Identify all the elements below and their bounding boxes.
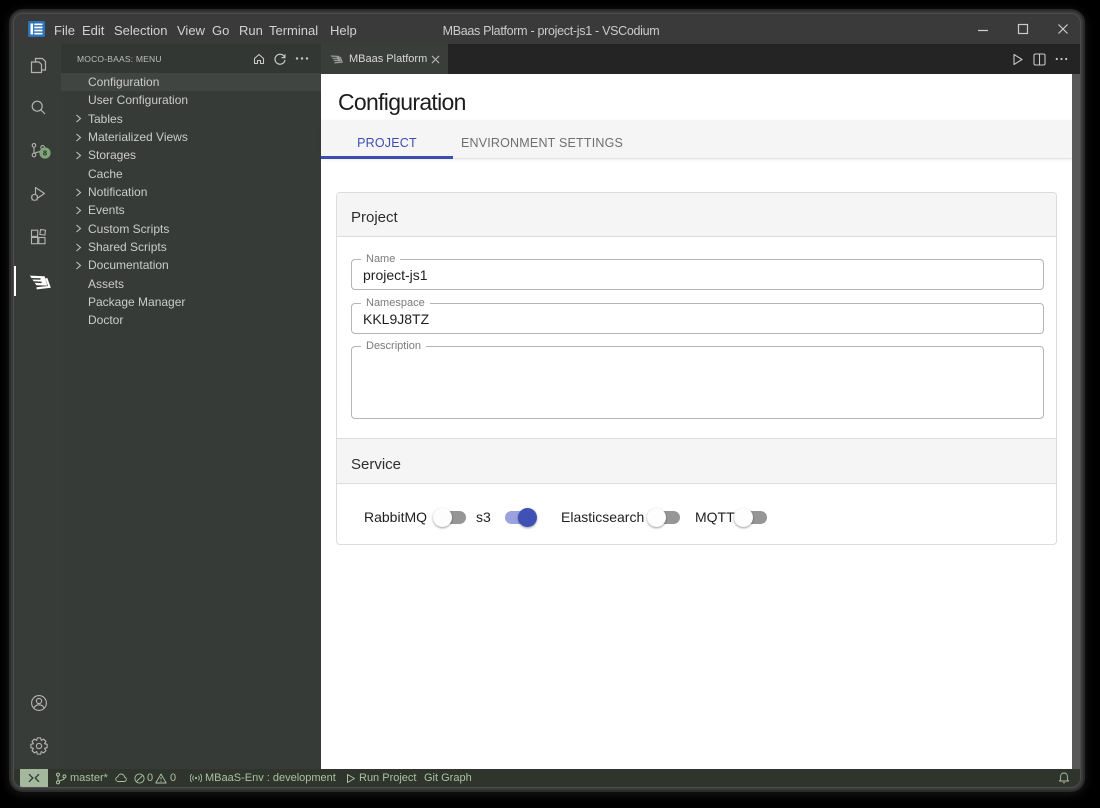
svg-text:8: 8	[43, 149, 47, 158]
